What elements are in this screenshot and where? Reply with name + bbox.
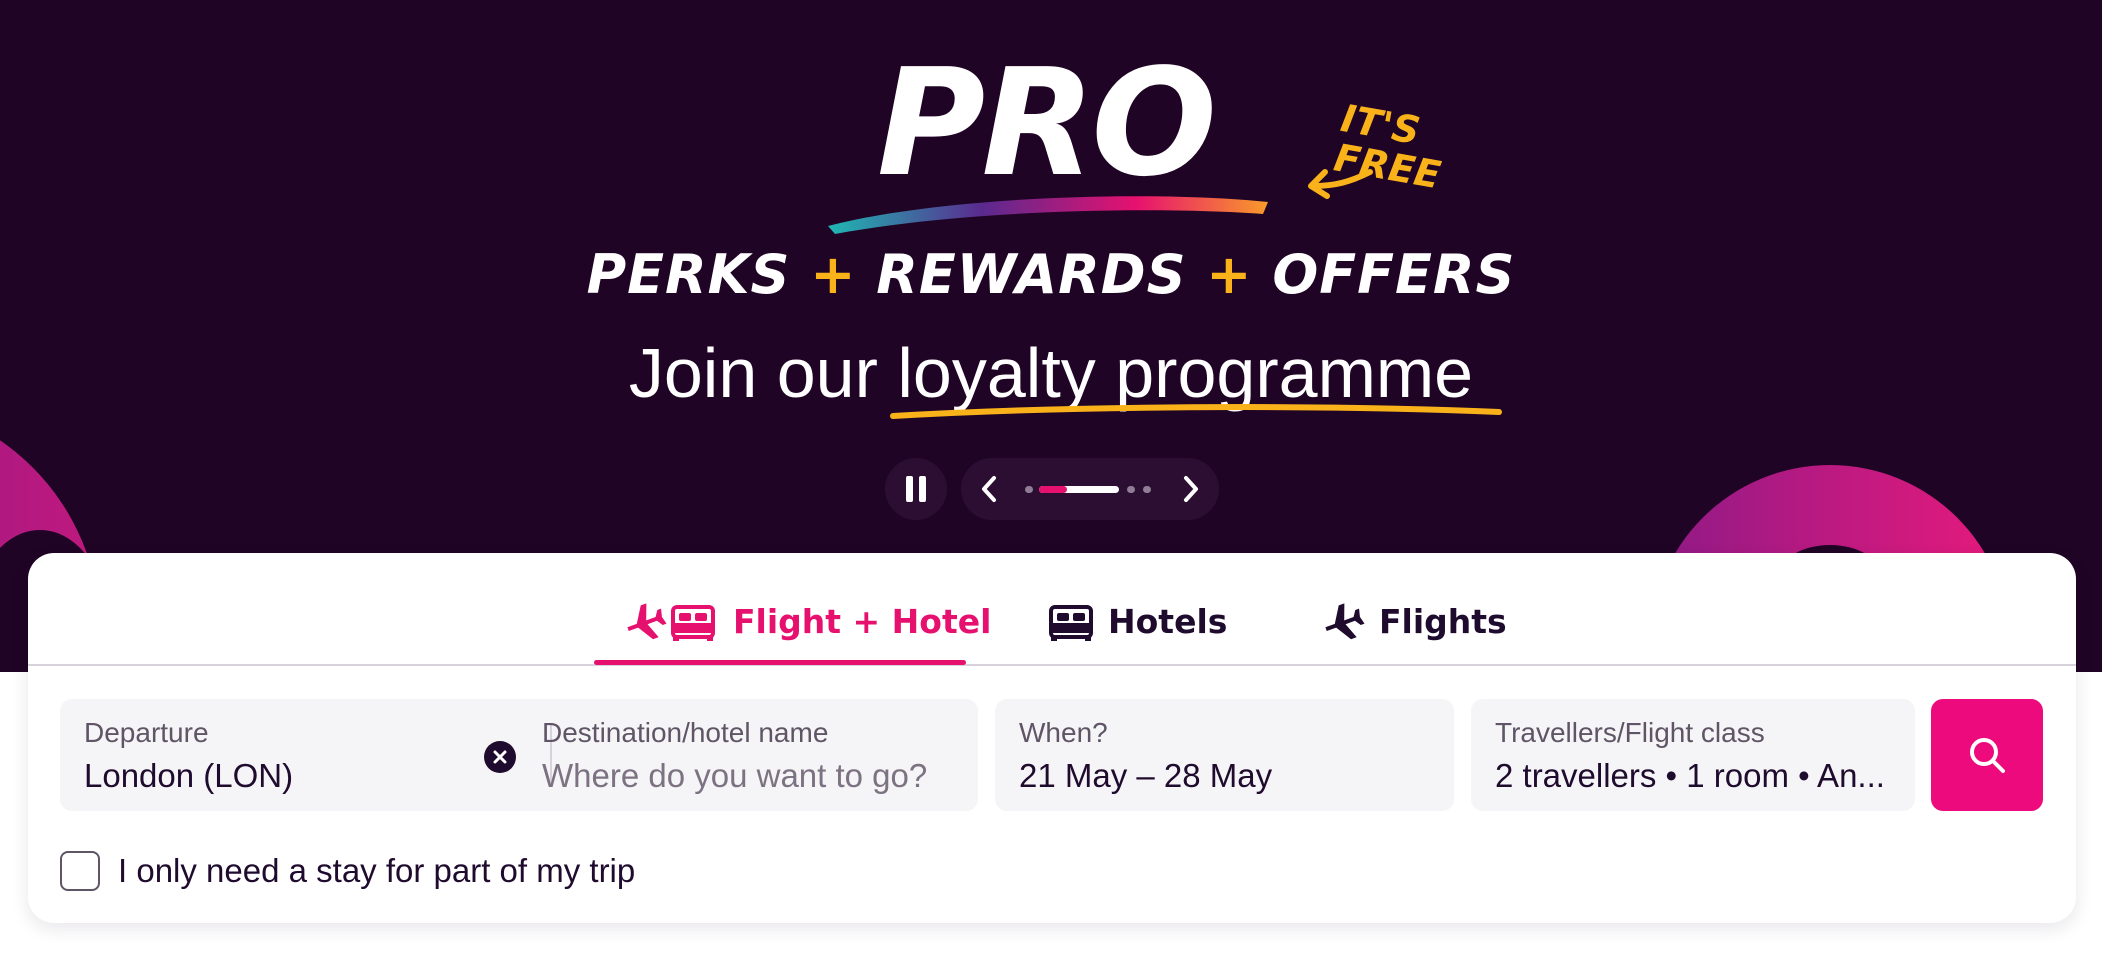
previous-slide-button[interactable] (971, 471, 1007, 507)
search-card: Flight + Hotel Hotels Flights Departure (28, 553, 2076, 923)
tab-flights[interactable]: Flights (1321, 591, 1507, 651)
tab-label: Flights (1379, 601, 1507, 641)
partial-stay-checkbox[interactable] (60, 851, 100, 891)
next-slide-button[interactable] (1173, 471, 1209, 507)
tab-label: Flight + Hotel (733, 601, 992, 641)
search-tabs: Flight + Hotel Hotels Flights (28, 553, 2076, 666)
free-tag: IT'S FREE (1305, 96, 1475, 208)
search-button[interactable] (1931, 699, 2043, 811)
join-headline: Join our loyalty programme (0, 330, 2102, 419)
pro-logo: PRO (815, 37, 1285, 234)
pause-button[interactable] (885, 458, 947, 520)
dates-label: When? (1019, 717, 1108, 748)
travellers-label: Travellers/Flight class (1495, 717, 1765, 748)
clear-departure-button[interactable] (484, 741, 516, 773)
join-highlight-wrap: loyalty programme (890, 330, 1503, 419)
route-fields: Departure London (LON) Destination/hotel… (60, 699, 978, 811)
active-tab-indicator (594, 660, 966, 665)
bed-icon (1049, 605, 1093, 641)
departure-label: Departure (84, 717, 209, 748)
tagline-perks: PERKS (586, 243, 791, 306)
travellers-field[interactable]: Travellers/Flight class 2 travellers • 1… (1471, 699, 1915, 811)
search-icon (1970, 738, 2005, 773)
destination-placeholder: Where do you want to go? (542, 757, 928, 794)
departure-value: London (LON) (84, 757, 294, 794)
tagline-plus: + (1206, 243, 1253, 306)
slide-dot[interactable] (1127, 486, 1135, 493)
pro-logo-text: PRO (876, 37, 1217, 209)
plane-icon (1325, 603, 1365, 640)
logo-swoosh (828, 196, 1268, 234)
arrow-icon (1308, 169, 1373, 199)
tagline-rewards: REWARDS (876, 243, 1187, 306)
pause-icon (903, 476, 929, 502)
tab-hotels[interactable]: Hotels (1048, 591, 1227, 651)
highlight-underline (890, 404, 1503, 419)
departure-field[interactable]: Departure London (LON) (60, 699, 550, 811)
travellers-value: 2 travellers • 1 room • An... (1495, 757, 1885, 794)
partial-stay-label: I only need a stay for part of my trip (118, 852, 636, 889)
dates-field[interactable]: When? 21 May – 28 May (995, 699, 1454, 811)
slide-dot-progress-fill (1039, 486, 1067, 493)
partial-stay-option[interactable]: I only need a stay for part of my trip (60, 847, 635, 895)
close-icon (493, 750, 507, 764)
chevron-left-icon (982, 476, 996, 502)
tab-label: Hotels (1108, 601, 1228, 641)
destination-label: Destination/hotel name (542, 717, 829, 748)
dates-value: 21 May – 28 May (1019, 757, 1273, 794)
chevron-right-icon (1184, 476, 1198, 502)
plane-bed-icon (627, 603, 715, 641)
tab-flight-hotel[interactable]: Flight + Hotel (623, 591, 991, 651)
carousel-nav (961, 458, 1219, 520)
tagline-plus: + (810, 243, 857, 306)
tagline-offers: OFFERS (1272, 243, 1516, 306)
slide-dot[interactable] (1143, 486, 1151, 493)
join-prefix: Join our (628, 334, 878, 412)
perks-tagline: PERKS + REWARDS + OFFERS (0, 240, 2102, 310)
destination-field[interactable]: Destination/hotel name Where do you want… (518, 699, 978, 811)
slide-dot[interactable] (1025, 486, 1033, 493)
